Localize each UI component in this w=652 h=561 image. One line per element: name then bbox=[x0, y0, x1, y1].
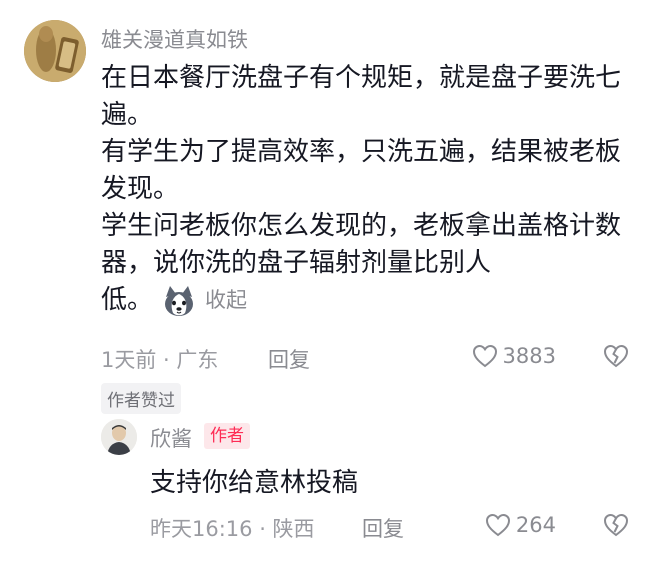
reply-reply-button[interactable]: 回复 bbox=[362, 513, 404, 543]
like-button[interactable]: 3883 bbox=[471, 342, 556, 370]
reply-like-button[interactable]: 264 bbox=[484, 511, 556, 539]
dislike-button[interactable] bbox=[602, 342, 630, 370]
reply-username[interactable]: 欣酱 bbox=[150, 423, 192, 453]
reply-dislike-button[interactable] bbox=[602, 511, 630, 539]
comment-time-location: 1天前 · 广东 bbox=[101, 348, 219, 372]
broken-heart-icon bbox=[603, 344, 629, 368]
author-liked-badge: 作者赞过 bbox=[101, 383, 181, 414]
collapse-button[interactable]: 收起 bbox=[205, 282, 247, 319]
heart-icon bbox=[472, 344, 497, 368]
comment-paragraph: 有学生为了提高效率，只洗五遍，结果被老板发现。 bbox=[101, 137, 622, 204]
husky-emoji-icon bbox=[161, 283, 197, 319]
comment-paragraph-end: 低。 bbox=[101, 285, 154, 315]
reply-like-count: 264 bbox=[515, 513, 556, 537]
comment-text: 在日本餐厅洗盘子有个规矩，就是盘子要洗七遍。 有学生为了提高效率，只洗五遍，结果… bbox=[101, 60, 641, 319]
comment-meta: 1天前 · 广东 回复 3883 bbox=[101, 342, 632, 372]
comment-paragraph: 学生问老板你怎么发现的，老板拿出盖格计数器，说你洗的盘子辐射剂量比别人 bbox=[101, 211, 622, 278]
reply-button[interactable]: 回复 bbox=[268, 344, 310, 374]
comment-username[interactable]: 雄关漫道真如铁 bbox=[101, 24, 248, 54]
reply-meta: 昨天16:16 · 陕西 回复 264 bbox=[150, 511, 632, 541]
reply-avatar[interactable] bbox=[101, 419, 137, 455]
broken-heart-icon bbox=[603, 513, 629, 537]
author-badge: 作者 bbox=[204, 423, 250, 449]
avatar-image bbox=[24, 20, 86, 82]
reply-avatar-image bbox=[101, 419, 137, 455]
reply-text: 支持你给意林投稿 bbox=[150, 468, 359, 498]
heart-icon bbox=[485, 513, 510, 537]
avatar[interactable] bbox=[24, 20, 86, 82]
reply-time-location: 昨天16:16 · 陕西 bbox=[150, 517, 315, 541]
comment-paragraph: 在日本餐厅洗盘子有个规矩，就是盘子要洗七遍。 bbox=[101, 63, 622, 130]
like-count: 3883 bbox=[502, 344, 556, 368]
